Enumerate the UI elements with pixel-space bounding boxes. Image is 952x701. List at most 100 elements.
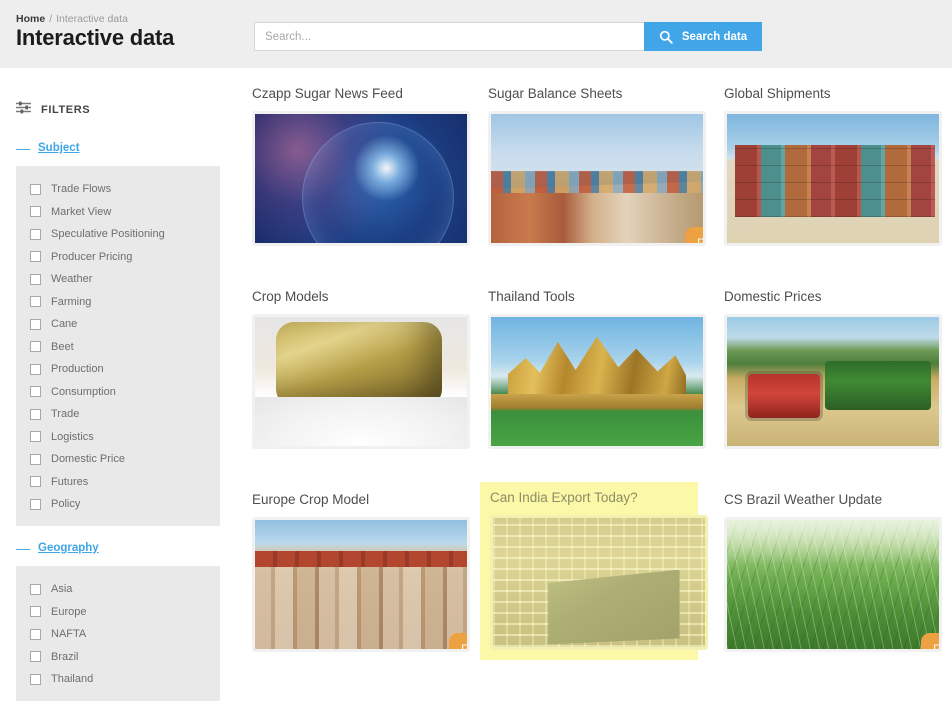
checkbox-icon[interactable] bbox=[30, 251, 41, 263]
filter-option-label: Thailand bbox=[51, 673, 94, 686]
collapse-minus-icon[interactable]: — bbox=[16, 141, 30, 155]
filter-option-brazil[interactable]: Brazil bbox=[16, 646, 220, 669]
checkbox-icon[interactable] bbox=[30, 228, 41, 240]
highlight-tint-overlay bbox=[493, 518, 705, 647]
collapse-minus-icon[interactable]: — bbox=[16, 541, 30, 555]
stacked-shipping-containers-photo bbox=[727, 114, 939, 243]
filter-option-policy[interactable]: Policy bbox=[16, 493, 220, 516]
filter-option-production[interactable]: Production bbox=[16, 358, 220, 381]
premium-badge[interactable]: P bbox=[685, 227, 703, 243]
filter-group-header-subject[interactable]: — Subject bbox=[16, 141, 80, 155]
data-card-sugar-balance-sheets[interactable]: Sugar Balance Sheets P bbox=[488, 86, 706, 246]
filters-sidebar: FILTERS — Subject Trade Flows Market Vie… bbox=[0, 68, 234, 701]
data-card-global-shipments[interactable]: Global Shipments bbox=[724, 86, 942, 246]
card-thumbnail[interactable] bbox=[252, 314, 470, 449]
checkbox-icon[interactable] bbox=[30, 363, 41, 375]
filter-option-europe[interactable]: Europe bbox=[16, 601, 220, 624]
filter-option-label: Market View bbox=[51, 205, 112, 218]
filter-option-asia[interactable]: Asia bbox=[16, 578, 220, 601]
checkbox-icon[interactable] bbox=[30, 408, 41, 420]
filter-option-producer-pricing[interactable]: Producer Pricing bbox=[16, 246, 220, 269]
filter-option-trade[interactable]: Trade bbox=[16, 403, 220, 426]
sugarcane-field-closeup-photo bbox=[727, 520, 939, 649]
filter-option-label: Weather bbox=[51, 273, 93, 286]
filter-option-thailand[interactable]: Thailand bbox=[16, 668, 220, 691]
checkbox-icon[interactable] bbox=[30, 183, 41, 195]
search-data-button[interactable]: Search data bbox=[644, 22, 762, 51]
thai-temple-photo bbox=[491, 317, 703, 446]
filter-group-label-subject[interactable]: Subject bbox=[38, 142, 80, 154]
filter-option-farming[interactable]: Farming bbox=[16, 291, 220, 314]
card-thumbnail[interactable] bbox=[724, 314, 942, 449]
filter-option-logistics[interactable]: Logistics bbox=[16, 426, 220, 449]
data-card-europe-crop-model[interactable]: Europe Crop Model P bbox=[252, 492, 470, 652]
card-thumbnail[interactable] bbox=[488, 314, 706, 449]
filter-option-label: Consumption bbox=[51, 385, 116, 398]
checkbox-icon[interactable] bbox=[30, 341, 41, 353]
filter-option-label: Brazil bbox=[51, 650, 79, 663]
card-thumbnail[interactable]: P bbox=[724, 517, 942, 652]
filter-option-label: Speculative Positioning bbox=[51, 228, 165, 241]
globe-network-photo bbox=[255, 114, 467, 243]
checkbox-icon[interactable] bbox=[30, 296, 41, 308]
filter-option-nafta[interactable]: NAFTA bbox=[16, 623, 220, 646]
checkbox-icon[interactable] bbox=[30, 318, 41, 330]
checkbox-icon[interactable] bbox=[30, 273, 41, 285]
search-button-label: Search data bbox=[681, 30, 748, 43]
sugar-cane-cut-photo bbox=[255, 317, 467, 446]
filter-option-label: Cane bbox=[51, 318, 78, 331]
data-card-cs-brazil-weather-update[interactable]: CS Brazil Weather Update P bbox=[724, 492, 942, 652]
search-icon bbox=[659, 30, 673, 44]
checkbox-icon[interactable] bbox=[30, 673, 41, 685]
breadcrumb-separator: / bbox=[49, 13, 53, 25]
premium-badge[interactable]: P bbox=[921, 633, 939, 649]
filter-option-weather[interactable]: Weather bbox=[16, 268, 220, 291]
filter-option-label: Farming bbox=[51, 295, 92, 308]
checkbox-icon[interactable] bbox=[30, 628, 41, 640]
checkbox-icon[interactable] bbox=[30, 498, 41, 510]
filter-option-beet[interactable]: Beet bbox=[16, 336, 220, 359]
checkbox-icon[interactable] bbox=[30, 583, 41, 595]
filter-option-market-view[interactable]: Market View bbox=[16, 201, 220, 224]
checkbox-icon[interactable] bbox=[30, 386, 41, 398]
premium-badge[interactable]: P bbox=[449, 633, 467, 649]
filter-option-consumption[interactable]: Consumption bbox=[16, 381, 220, 404]
filter-option-label: Logistics bbox=[51, 430, 94, 443]
filter-option-cane[interactable]: Cane bbox=[16, 313, 220, 336]
checkbox-icon[interactable] bbox=[30, 606, 41, 618]
filter-group-label-geography[interactable]: Geography bbox=[38, 542, 99, 554]
card-thumbnail[interactable] bbox=[490, 515, 708, 650]
filter-option-futures[interactable]: Futures bbox=[16, 471, 220, 494]
data-card-crop-models[interactable]: Crop Models bbox=[252, 289, 470, 449]
filter-option-domestic-price[interactable]: Domestic Price bbox=[16, 448, 220, 471]
filter-option-speculative-positioning[interactable]: Speculative Positioning bbox=[16, 223, 220, 246]
card-title: CS Brazil Weather Update bbox=[724, 492, 883, 507]
filter-option-label: Policy bbox=[51, 498, 81, 511]
breadcrumb-home-link[interactable]: Home bbox=[16, 13, 45, 25]
checkbox-icon[interactable] bbox=[30, 206, 41, 218]
card-thumbnail[interactable] bbox=[724, 111, 942, 246]
data-card-can-india-export-today[interactable]: Can India Export Today? bbox=[480, 482, 708, 660]
checkbox-icon[interactable] bbox=[30, 453, 41, 465]
data-card-thailand-tools[interactable]: Thailand Tools bbox=[488, 289, 706, 449]
data-card-czapp-sugar-news-feed[interactable]: Czapp Sugar News Feed bbox=[252, 86, 470, 246]
checkbox-icon[interactable] bbox=[30, 431, 41, 443]
card-title: Thailand Tools bbox=[488, 289, 575, 304]
checkbox-icon[interactable] bbox=[30, 651, 41, 663]
search-input[interactable] bbox=[254, 22, 644, 51]
filter-option-label: NAFTA bbox=[51, 628, 87, 641]
card-title: Global Shipments bbox=[724, 86, 831, 101]
filter-group-header-geography[interactable]: — Geography bbox=[16, 541, 99, 555]
filter-option-label: Producer Pricing bbox=[51, 250, 133, 263]
card-thumbnail[interactable]: P bbox=[488, 111, 706, 246]
card-thumbnail[interactable]: P bbox=[252, 517, 470, 652]
card-thumbnail[interactable] bbox=[252, 111, 470, 246]
filter-option-trade-flows[interactable]: Trade Flows bbox=[16, 178, 220, 201]
filter-option-label: Trade bbox=[51, 408, 80, 421]
card-title: Sugar Balance Sheets bbox=[488, 86, 623, 101]
filter-option-label: Production bbox=[51, 363, 104, 376]
checkbox-icon[interactable] bbox=[30, 476, 41, 488]
filter-options-subject: Trade Flows Market View Speculative Posi… bbox=[16, 166, 220, 526]
filter-option-label: Trade Flows bbox=[51, 183, 112, 196]
data-card-domestic-prices[interactable]: Domestic Prices bbox=[724, 289, 942, 449]
